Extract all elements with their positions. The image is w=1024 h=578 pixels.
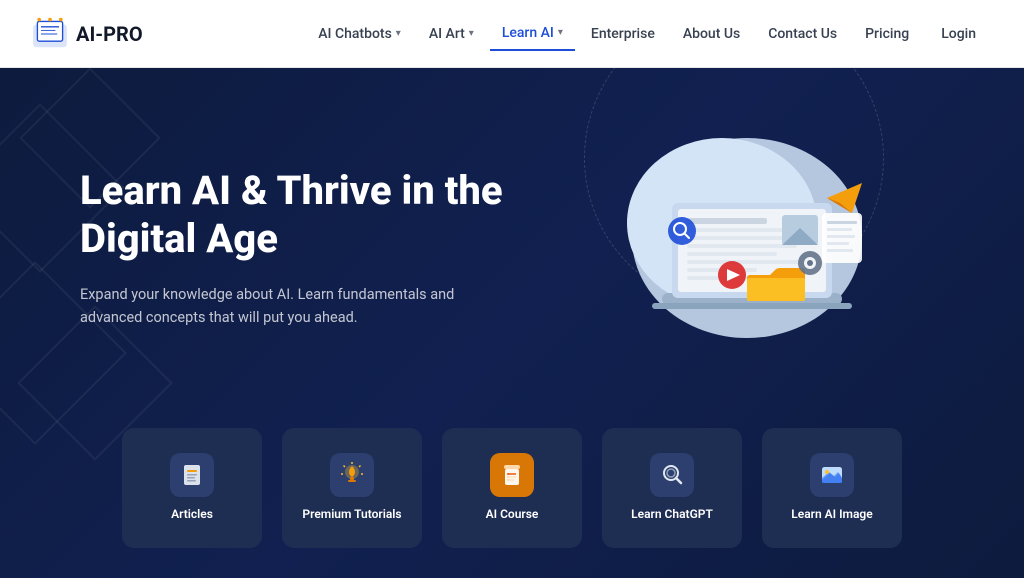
- card-learn-ai-image[interactable]: Learn AI Image: [762, 428, 902, 548]
- chevron-down-icon: ▾: [396, 28, 401, 39]
- nav-label-ai-chatbots: AI Chatbots: [318, 26, 392, 42]
- card-premium-tutorials[interactable]: Premium Tutorials: [282, 428, 422, 548]
- main-nav: AI Chatbots ▾ AI Art ▾ Learn AI ▾ Enterp…: [306, 17, 992, 51]
- hero-content: Learn AI & Thrive in the Digital Age Exp…: [0, 68, 1024, 428]
- nav-item-login[interactable]: Login: [925, 18, 992, 50]
- nav-item-learn-ai[interactable]: Learn AI ▾: [490, 17, 575, 51]
- header: AI-PRO AI Chatbots ▾ AI Art ▾ Learn AI ▾…: [0, 0, 1024, 68]
- card-ai-course[interactable]: AI Course: [442, 428, 582, 548]
- ai-course-icon: [490, 453, 534, 497]
- nav-label-ai-art: AI Art: [429, 26, 465, 42]
- logo-label: AI-PRO: [76, 22, 143, 46]
- hero-section: Learn AI & Thrive in the Digital Age Exp…: [0, 68, 1024, 578]
- hero-illustration: [540, 123, 944, 373]
- card-label-articles: Articles: [171, 507, 213, 523]
- nav-item-about-us[interactable]: About Us: [671, 18, 752, 50]
- nav-item-ai-art[interactable]: AI Art ▾: [417, 18, 486, 50]
- hero-subtitle: Expand your knowledge about AI. Learn fu…: [80, 283, 480, 329]
- card-learn-chatgpt[interactable]: Learn ChatGPT: [602, 428, 742, 548]
- nav-label-enterprise: Enterprise: [591, 26, 655, 42]
- card-label-premium-tutorials: Premium Tutorials: [302, 507, 401, 523]
- card-label-learn-ai-image: Learn AI Image: [791, 507, 872, 523]
- nav-item-contact-us[interactable]: Contact Us: [756, 18, 849, 50]
- nav-item-enterprise[interactable]: Enterprise: [579, 18, 667, 50]
- hero-title: Learn AI & Thrive in the Digital Age: [80, 167, 540, 263]
- chevron-down-icon: ▾: [558, 27, 563, 38]
- card-label-ai-course: AI Course: [486, 507, 539, 523]
- logo[interactable]: AI-PRO: [32, 16, 143, 52]
- premium-tutorials-icon: [330, 453, 374, 497]
- nav-label-learn-ai: Learn AI: [502, 25, 554, 41]
- learn-chatgpt-icon: [650, 453, 694, 497]
- learn-ai-image-icon: [810, 453, 854, 497]
- nav-label-pricing: Pricing: [865, 26, 909, 42]
- cards-section: Articles Premium Tutorials: [0, 428, 1024, 578]
- nav-item-pricing[interactable]: Pricing: [853, 18, 921, 50]
- logo-icon: [32, 16, 68, 52]
- nav-label-contact-us: Contact Us: [768, 26, 837, 42]
- chevron-down-icon: ▾: [469, 28, 474, 39]
- nav-label-about-us: About Us: [683, 26, 740, 42]
- card-label-learn-chatgpt: Learn ChatGPT: [631, 507, 713, 523]
- nav-label-login: Login: [941, 26, 976, 42]
- nav-item-ai-chatbots[interactable]: AI Chatbots ▾: [306, 18, 413, 50]
- hero-text: Learn AI & Thrive in the Digital Age Exp…: [80, 167, 540, 329]
- card-articles[interactable]: Articles: [122, 428, 262, 548]
- hero-svg: [592, 123, 892, 373]
- articles-icon: [170, 453, 214, 497]
